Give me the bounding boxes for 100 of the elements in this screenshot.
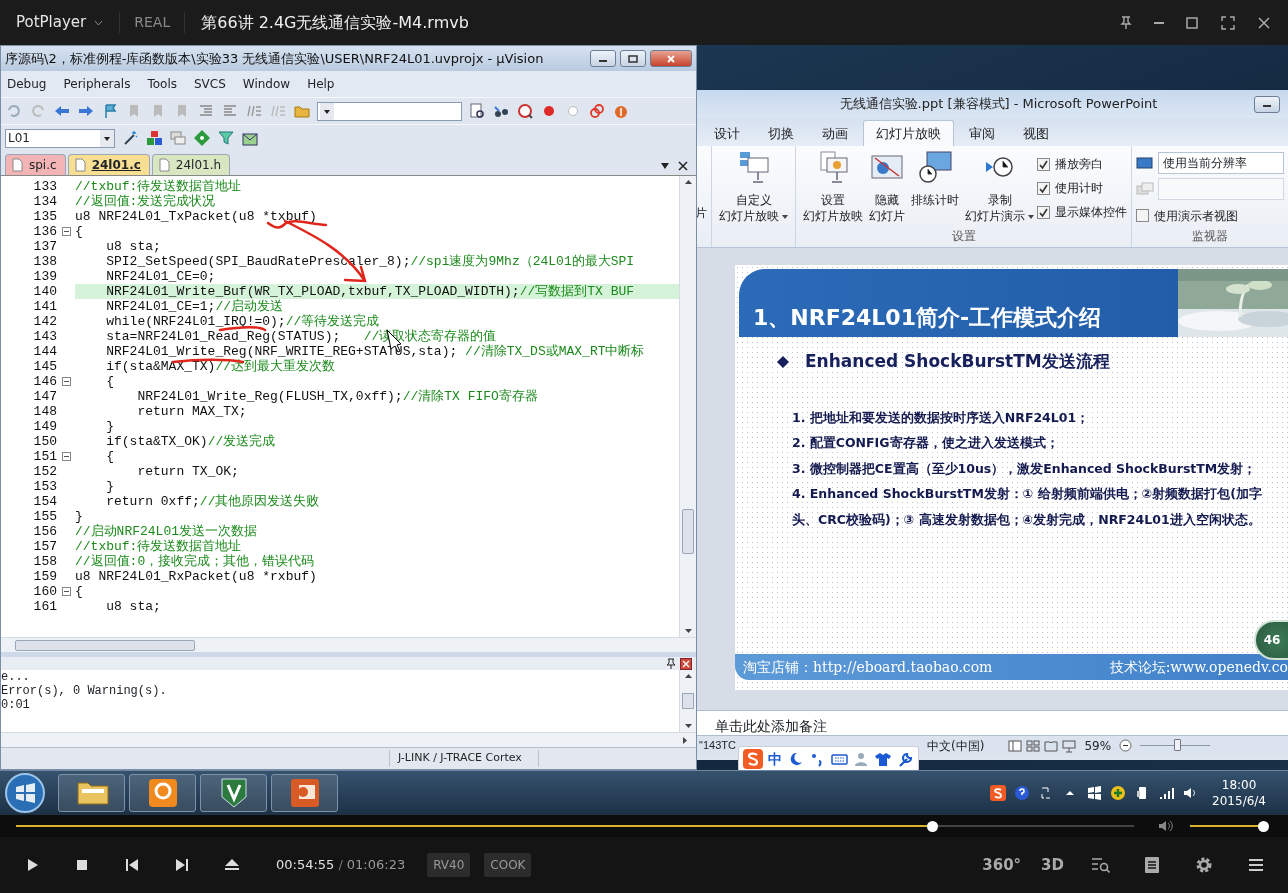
scrollbar-thumb[interactable] bbox=[15, 639, 195, 651]
menu-item[interactable]: Peripherals bbox=[63, 75, 131, 93]
maximize-icon bbox=[628, 54, 638, 63]
window-title: 序源码\2，标准例程-库函数版本\实验33 无线通信实验\USER\NRF24L01.uvprojx - µVision bbox=[5, 49, 544, 68]
line-number: 136 bbox=[32, 224, 57, 239]
fold-toggle[interactable] bbox=[61, 377, 71, 386]
monitors-icon bbox=[1136, 182, 1154, 196]
ribbon-tab[interactable]: 切换 bbox=[755, 120, 807, 146]
seek-thumb[interactable] bbox=[926, 820, 938, 832]
shield-app-button[interactable] bbox=[200, 774, 267, 812]
slides-app-button[interactable] bbox=[271, 774, 338, 812]
debug-search-icon bbox=[516, 102, 534, 120]
maximize-button[interactable] bbox=[620, 50, 646, 67]
slide-title: 1、NRF24L01简介-工作模式介绍 bbox=[752, 304, 1103, 332]
volume-thumb[interactable] bbox=[1258, 820, 1270, 832]
debug-search-button[interactable] bbox=[516, 102, 534, 120]
code-line: } bbox=[105, 479, 115, 494]
normal-view-button[interactable] bbox=[1008, 738, 1023, 753]
ribbon-tab[interactable]: 动画 bbox=[809, 120, 861, 146]
file-tab[interactable]: 24l01.h bbox=[151, 154, 231, 175]
resolution-dropdown[interactable]: 使用当前分辨率 bbox=[1158, 152, 1284, 174]
swirl-app-button[interactable] bbox=[129, 774, 196, 812]
checkbox-option[interactable]: 使用演示者视图 bbox=[1136, 204, 1284, 227]
code-line: NRF24L01_Write_Reg(FLUSH_TX,0xff);//清除TX FIFO寄存器 bbox=[136, 389, 539, 404]
code-line: u8 NRF24L01_RxPacket(u8 *rxbuf) bbox=[75, 569, 318, 584]
signal-button[interactable] bbox=[1158, 785, 1175, 801]
scrollbar-thumb[interactable] bbox=[682, 509, 694, 554]
funnel-icon bbox=[217, 129, 235, 147]
sogou-button[interactable] bbox=[990, 785, 1007, 801]
menu-item[interactable]: Debug bbox=[7, 75, 47, 93]
line-number: 149 bbox=[32, 419, 57, 434]
menu-item[interactable]: Help bbox=[307, 75, 335, 93]
codec-label: RV40 bbox=[427, 853, 471, 877]
timer-icon bbox=[917, 150, 953, 184]
ribbon-tab[interactable]: 幻灯片放映 bbox=[863, 120, 954, 146]
line-number: 146 bbox=[32, 374, 57, 389]
file-tab[interactable]: spi.c bbox=[5, 154, 66, 175]
file-tab[interactable]: 24l01.c bbox=[67, 154, 150, 175]
checkbox-option[interactable]: 使用计时 bbox=[1037, 176, 1127, 200]
line-number: 137 bbox=[32, 239, 57, 254]
close-button[interactable] bbox=[650, 50, 692, 67]
fold-toggle[interactable] bbox=[61, 587, 71, 596]
reading-view-button[interactable] bbox=[1044, 738, 1059, 753]
ribbon-tab[interactable]: 视图 bbox=[1010, 120, 1062, 146]
target-combo[interactable]: L01 bbox=[5, 128, 115, 148]
slideshow-view-button[interactable] bbox=[1062, 738, 1077, 753]
scrollbar-thumb[interactable] bbox=[682, 693, 694, 709]
diamond-button[interactable] bbox=[193, 129, 211, 147]
file-icon bbox=[158, 158, 170, 172]
circles-button[interactable] bbox=[588, 102, 606, 120]
ribbon-button[interactable]: 自定义 幻灯片放映 bbox=[716, 148, 791, 226]
fold-toggle[interactable] bbox=[61, 452, 71, 461]
checkbox-option[interactable]: 显示媒体控件 bbox=[1037, 200, 1127, 224]
menu-item[interactable]: Tools bbox=[147, 75, 177, 93]
tab-list-button[interactable] bbox=[660, 162, 670, 170]
funnel-button[interactable] bbox=[217, 129, 235, 147]
folder-button[interactable] bbox=[58, 774, 125, 812]
notes-field[interactable]: 单击此处添加备注 bbox=[695, 710, 1288, 735]
checkbox-option[interactable]: 播放旁白 bbox=[1037, 152, 1127, 176]
status-text: "143TC bbox=[699, 738, 735, 754]
ribbon-tab[interactable]: 审阅 bbox=[956, 120, 1008, 146]
diamond-icon bbox=[193, 129, 211, 147]
pin-button[interactable] bbox=[666, 658, 676, 669]
minimize-button[interactable] bbox=[590, 50, 616, 67]
find-file-button[interactable] bbox=[468, 102, 486, 120]
undo-icon bbox=[5, 102, 23, 120]
ribbon-button[interactable]: 排练计时 bbox=[908, 148, 962, 226]
close-icon bbox=[678, 161, 688, 171]
mute-button[interactable] bbox=[1158, 819, 1174, 833]
clock-time: 18:00 bbox=[1220, 777, 1258, 793]
ribbon-button[interactable]: 隐藏 幻灯片 bbox=[866, 148, 908, 226]
line-number: 161 bbox=[32, 599, 57, 614]
ribbon-button[interactable]: 设置 幻灯片放映 bbox=[800, 148, 866, 226]
sorter-view-button[interactable] bbox=[1026, 738, 1041, 753]
ribbon-tab[interactable]: 设计 bbox=[701, 120, 753, 146]
code-line: { bbox=[75, 224, 84, 239]
settings-icon bbox=[1194, 855, 1214, 875]
menu-item[interactable]: Window bbox=[242, 75, 291, 93]
help-button[interactable] bbox=[1014, 785, 1031, 801]
app-menu-button[interactable]: PotPlayer bbox=[16, 11, 120, 34]
fold-toggle[interactable] bbox=[61, 227, 71, 236]
group-label: 设置 bbox=[950, 228, 977, 245]
start-button[interactable] bbox=[4, 772, 46, 814]
minimize-button[interactable] bbox=[1254, 95, 1280, 113]
blocks-button[interactable] bbox=[145, 129, 163, 147]
mode-button[interactable]: 3D bbox=[1035, 853, 1070, 877]
line-number: 142 bbox=[32, 314, 57, 329]
close-tab-button[interactable] bbox=[678, 161, 688, 171]
previous-icon bbox=[123, 856, 141, 874]
slideshow-view-icon bbox=[1062, 738, 1077, 753]
reading-view-icon bbox=[1044, 738, 1059, 753]
line-number: 134 bbox=[32, 194, 57, 209]
mode-button[interactable]: 360° bbox=[976, 853, 1028, 877]
plus-button[interactable] bbox=[1110, 785, 1127, 801]
zoom-out-button[interactable] bbox=[1119, 739, 1133, 752]
find-combo[interactable] bbox=[317, 101, 462, 121]
close-button[interactable] bbox=[680, 657, 692, 670]
zoom-slider-thumb[interactable] bbox=[1173, 739, 1181, 751]
menu-item[interactable]: SVCS bbox=[193, 75, 226, 93]
status-text: J-LINK / J-TRACE Cortex bbox=[389, 750, 539, 767]
